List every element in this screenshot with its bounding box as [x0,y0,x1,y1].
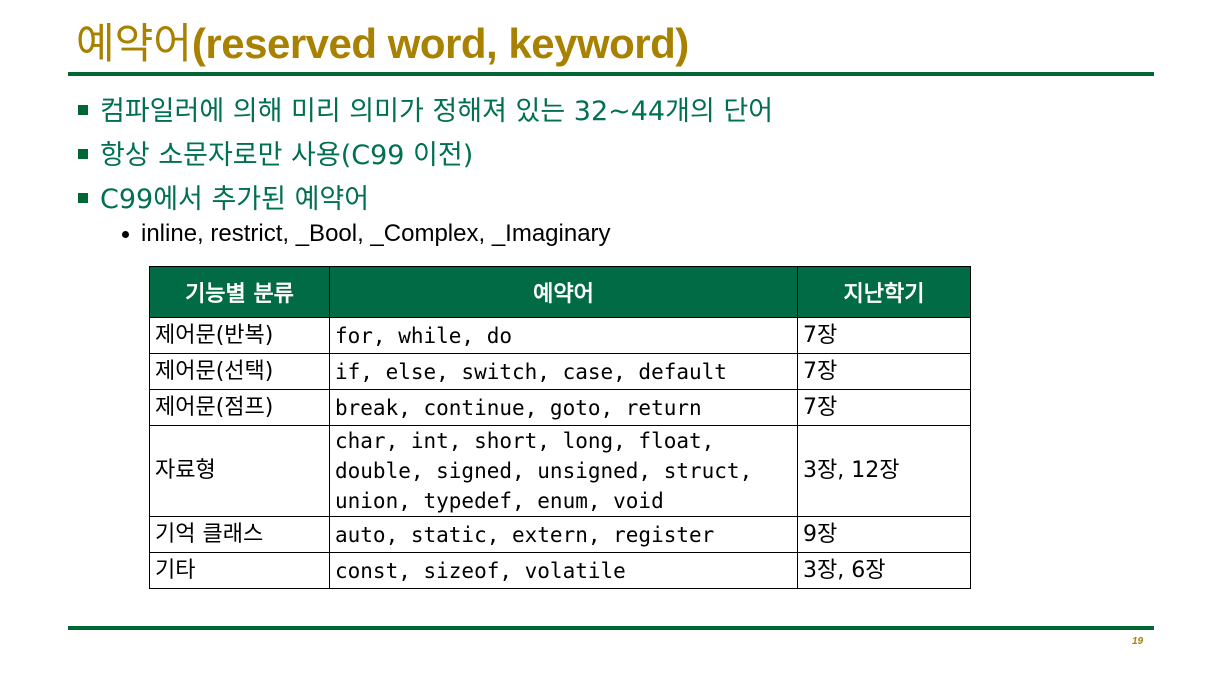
cell-category: 제어문(반복) [149,317,330,354]
sub-bullet-text: inline, restrict, _Bool, _Complex, _Imag… [141,220,611,247]
table-row: 기타 const, sizeof, volatile 3장, 6장 [149,552,971,589]
header-chapter: 지난학기 [797,266,971,318]
cell-chapter: 7장 [797,353,971,390]
cell-chapter: 7장 [797,389,971,426]
bullet-text: C99에서 추가된 예약어 [100,183,370,215]
bullet-item: C99에서 추가된 예약어 [78,174,773,218]
top-divider [68,72,1154,76]
dot-bullet-icon [122,230,129,238]
cell-chapter: 3장, 6장 [797,552,971,589]
bullet-text: 컴파일러에 의해 미리 의미가 정해져 있는 32~44개의 단어 [100,95,774,127]
page-number: 19 [1132,636,1144,647]
keyword-table: 기능별 분류 예약어 지난학기 제어문(반복) for, while, do 7… [149,266,971,589]
bullet-item: 항상 소문자로만 사용(C99 이전) [78,130,773,174]
header-category: 기능별 분류 [149,266,330,318]
cell-keywords: auto, static, extern, register [329,516,798,553]
cell-keywords: const, sizeof, volatile [329,552,798,589]
cell-keywords: if, else, switch, case, default [329,353,798,390]
bullet-list: 컴파일러에 의해 미리 의미가 정해져 있는 32~44개의 단어 항상 소문자… [78,86,773,218]
cell-category: 기타 [149,552,330,589]
square-bullet-icon [78,105,88,115]
bullet-item: 컴파일러에 의해 미리 의미가 정해져 있는 32~44개의 단어 [78,86,773,130]
cell-category: 자료형 [149,425,330,517]
table-row: 제어문(점프) break, continue, goto, return 7장 [149,389,971,426]
cell-category: 제어문(선택) [149,353,330,390]
cell-keywords: break, continue, goto, return [329,389,798,426]
cell-keywords: char, int, short, long, float, double, s… [329,425,798,517]
cell-chapter: 3장, 12장 [797,425,971,517]
cell-keywords: for, while, do [329,317,798,354]
title-english: (reserved word, keyword) [191,20,689,67]
slide-title: 예약어(reserved word, keyword) [76,14,689,74]
title-korean: 예약어 [76,19,192,68]
table-row: 제어문(반복) for, while, do 7장 [149,317,971,354]
sub-bullet-item: inline, restrict, _Bool, _Complex, _Imag… [122,217,611,251]
cell-category: 기억 클래스 [149,516,330,553]
square-bullet-icon [78,149,88,159]
cell-chapter: 7장 [797,317,971,354]
table-header-row: 기능별 분류 예약어 지난학기 [149,266,971,318]
bottom-divider [68,626,1154,630]
cell-chapter: 9장 [797,516,971,553]
header-keywords: 예약어 [329,266,798,318]
table-row: 자료형 char, int, short, long, float, doubl… [149,425,971,517]
table-row: 제어문(선택) if, else, switch, case, default … [149,353,971,390]
table-row: 기억 클래스 auto, static, extern, register 9장 [149,516,971,553]
square-bullet-icon [78,193,88,203]
bullet-text: 항상 소문자로만 사용(C99 이전) [100,139,474,171]
cell-category: 제어문(점프) [149,389,330,426]
